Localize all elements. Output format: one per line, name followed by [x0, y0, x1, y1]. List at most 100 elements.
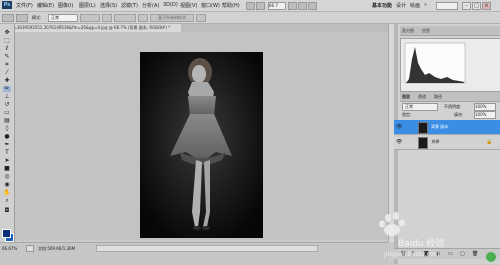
layer-name[interactable]: 背景 — [431, 139, 439, 145]
zoom-level-field[interactable]: 66.7 — [268, 2, 286, 10]
3d-camera-tool-icon[interactable]: ◉ — [3, 182, 11, 188]
shape-tool-icon[interactable]: ■ — [3, 166, 11, 172]
paths-tab[interactable]: 路径 — [434, 94, 442, 100]
move-tool-icon[interactable]: ✥ — [3, 30, 11, 36]
opacity-label: 不透明度: — [444, 104, 462, 109]
menu-3d[interactable]: 3D(D) — [163, 2, 178, 8]
type-tool-icon[interactable]: T — [3, 150, 11, 156]
quick-select-tool-icon[interactable]: ✎ — [3, 54, 11, 60]
menu-layer[interactable]: 图层(L) — [79, 2, 96, 9]
gradient-tool-icon[interactable]: ▤ — [3, 118, 11, 124]
layer-thumbnail — [418, 122, 428, 134]
crop-tool-icon[interactable]: ⌗ — [3, 62, 11, 68]
cs-live-search[interactable] — [436, 2, 458, 10]
baidu-watermark-text: Baidu 经验 — [398, 239, 445, 249]
menu-window[interactable]: 窗口(W) — [201, 2, 220, 9]
hand-tool-icon[interactable] — [288, 2, 297, 10]
histogram-tab[interactable]: 直方图 — [402, 28, 414, 34]
toolbox: ✥ ⬚ ℓ ✎ ⌗ ⁄ ✚ ✏ ⊥ ↺ ▭ ▤ ◊ ● ✒ T ➤ ■ ◎ ◉ … — [0, 24, 15, 242]
eyedropper-tool-icon[interactable]: ⁄ — [3, 70, 11, 76]
fill-label: 填充: — [454, 112, 464, 117]
horizontal-scrollbar[interactable] — [96, 245, 318, 252]
status-bar: 66.67% 文档:509.6K/1.36M — [0, 242, 388, 265]
new-layer-icon[interactable]: ▢ — [460, 251, 465, 257]
blend-mode-select[interactable]: 正常 — [402, 103, 438, 111]
menu-filter[interactable]: 滤镜(T) — [121, 2, 138, 9]
history-brush-tool-icon[interactable]: ↺ — [3, 102, 11, 108]
photoshop-logo: Ps — [2, 1, 12, 9]
menu-select[interactable]: 选择(S) — [100, 2, 117, 9]
path-select-tool-icon[interactable]: ➤ — [3, 158, 11, 164]
layers-tab-bar: 图层 通道 路径 — [400, 92, 500, 102]
marquee-tool-icon[interactable]: ⬚ — [3, 38, 11, 44]
quick-mask-icon[interactable]: ◘ — [3, 208, 11, 214]
pen-tool-icon[interactable]: ✒ — [3, 142, 11, 148]
menu-help[interactable]: 帮助(H) — [222, 2, 240, 9]
zoom-tool-icon[interactable]: ⌕ — [3, 198, 11, 204]
baidu-watermark-url: jingyan.baidu.com — [384, 251, 440, 258]
lasso-tool-icon[interactable]: ℓ — [3, 46, 11, 52]
flow-field[interactable] — [114, 14, 136, 22]
menu-analysis[interactable]: 分析(A) — [142, 2, 159, 9]
pressure-opacity-icon[interactable] — [102, 14, 112, 22]
opacity-field[interactable] — [80, 14, 100, 22]
blur-tool-icon[interactable]: ◊ — [3, 126, 11, 132]
menu-bar: Ps 文件(F) 编辑(E) 图像(I) 图层(L) 选择(S) 滤镜(T) 分… — [0, 0, 500, 12]
histogram-graph — [404, 42, 466, 84]
pressure-size-icon[interactable] — [196, 14, 206, 22]
status-arrow-icon[interactable] — [26, 245, 34, 252]
options-bar: 模式: 正常 基于所有的样式 — [0, 12, 500, 24]
opacity-field[interactable]: 100% — [474, 103, 496, 111]
brush-preset-icon[interactable] — [2, 14, 14, 22]
hand-tool-icon[interactable]: ✋ — [3, 190, 11, 196]
dodge-tool-icon[interactable]: ● — [3, 134, 11, 140]
clone-stamp-tool-icon[interactable]: ⊥ — [3, 94, 11, 100]
visibility-eye-icon[interactable]: 👁 — [396, 139, 402, 145]
document-tab-bar: u=3639593551,3076149536&fm=26&gp=0.jpg @… — [8, 24, 388, 32]
workspace-essentials[interactable]: 基本功能 — [372, 2, 392, 9]
lock-label: 锁定: — [402, 112, 412, 117]
brush-tool-icon[interactable]: ✏ — [3, 86, 11, 92]
layer-row-background[interactable]: 👁 背景 🔒 — [394, 135, 500, 150]
layers-tab[interactable]: 图层 — [402, 94, 410, 100]
3d-rotate-tool-icon[interactable]: ◎ — [3, 174, 11, 180]
eraser-tool-icon[interactable]: ▭ — [3, 110, 11, 116]
workspace-design[interactable]: 设计 — [396, 2, 406, 9]
document-tab[interactable]: u=3639593551,3076149536&fm=26&gp=0.jpg @… — [8, 24, 181, 32]
close-button[interactable]: × — [482, 2, 491, 10]
workspace-more[interactable]: » — [424, 2, 427, 8]
status-doc-info: 文档:509.6K/1.36M — [38, 246, 76, 251]
bridge-icon[interactable] — [246, 2, 255, 10]
menu-edit[interactable]: 编辑(E) — [37, 2, 54, 9]
airbrush-icon[interactable] — [138, 14, 148, 22]
menu-file[interactable]: 文件(F) — [16, 2, 33, 9]
layer-row-background-copy[interactable]: 👁 背景 副本 — [394, 120, 500, 135]
channels-tab[interactable]: 通道 — [418, 94, 426, 100]
sample-all-layers-button[interactable]: 基于所有的样式 — [150, 14, 194, 22]
foreground-color-swatch[interactable] — [2, 229, 11, 238]
mode-select[interactable]: 正常 — [48, 14, 78, 22]
workspace-painting[interactable]: 绘画 — [410, 2, 420, 9]
histogram-panel — [400, 38, 500, 92]
info-tab[interactable]: 信息 — [422, 28, 430, 34]
delete-layer-icon[interactable]: 🗑 — [472, 251, 478, 257]
brush-size-picker[interactable] — [16, 14, 28, 22]
minibridge-icon[interactable] — [256, 2, 265, 10]
screen-mode-icon[interactable] — [308, 2, 317, 10]
minimize-button[interactable]: – — [462, 2, 471, 10]
status-zoom[interactable]: 66.67% — [2, 246, 17, 251]
document-image[interactable] — [140, 52, 263, 238]
menu-image[interactable]: 图像(I) — [58, 2, 73, 9]
maximize-button[interactable]: □ — [472, 2, 481, 10]
menu-view[interactable]: 视图(V) — [180, 2, 197, 9]
layer-name[interactable]: 背景 副本 — [431, 124, 448, 130]
baidu-paw-logo — [379, 212, 405, 236]
new-group-icon[interactable]: ▭ — [448, 251, 453, 257]
healing-tool-icon[interactable]: ✚ — [3, 78, 11, 84]
woman-photo — [140, 52, 263, 238]
histogram-tab-bar: 直方图 信息 — [400, 26, 500, 36]
visibility-eye-icon[interactable]: 👁 — [396, 124, 402, 130]
fill-field[interactable]: 100% — [474, 111, 496, 119]
mode-label: 模式: — [32, 15, 42, 20]
arrange-icon[interactable] — [298, 2, 307, 10]
